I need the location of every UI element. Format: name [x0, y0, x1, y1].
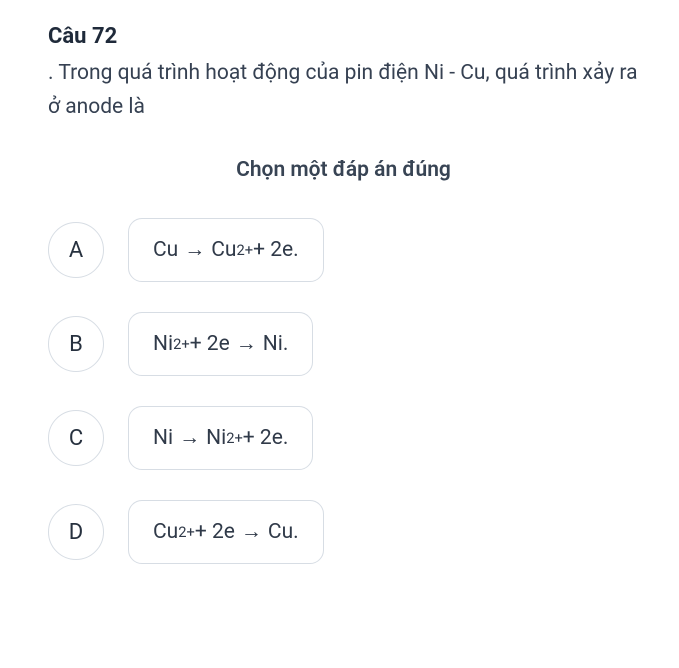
- option-row: C Ni → Ni2+ + 2e.: [48, 406, 639, 470]
- question-text: . Trong quá trình hoạt động của pin điện…: [48, 57, 639, 124]
- option-row: D Cu2+ + 2e → Cu.: [48, 500, 639, 564]
- option-letter-d[interactable]: D: [48, 504, 104, 560]
- equation-text: Ni: [153, 332, 173, 356]
- equation-text: Ni.: [263, 332, 289, 356]
- arrow-icon: →: [184, 238, 205, 262]
- equation-text: + 2e: [195, 520, 235, 544]
- equation-text: Cu: [153, 520, 178, 544]
- equation-text: + 2e.: [243, 426, 289, 450]
- arrow-icon: →: [179, 426, 200, 450]
- equation-text: + 2e: [190, 332, 230, 356]
- option-content-c[interactable]: Ni → Ni2+ + 2e.: [128, 406, 313, 470]
- equation-text: Cu.: [268, 520, 299, 544]
- equation-text: + 2e.: [253, 238, 299, 262]
- option-content-b[interactable]: Ni2+ + 2e → Ni.: [128, 312, 313, 376]
- equation-text: Cu: [153, 238, 178, 262]
- equation-text: Ni: [153, 426, 173, 450]
- option-letter-c[interactable]: C: [48, 410, 104, 466]
- options-list: A Cu → Cu2+ + 2e. B Ni2+ + 2e → Ni. C Ni → Ni…: [48, 218, 639, 564]
- arrow-icon: →: [236, 332, 257, 356]
- option-row: B Ni2+ + 2e → Ni.: [48, 312, 639, 376]
- option-content-d[interactable]: Cu2+ + 2e → Cu.: [128, 500, 324, 564]
- option-letter-b[interactable]: B: [48, 316, 104, 372]
- option-row: A Cu → Cu2+ + 2e.: [48, 218, 639, 282]
- option-letter-a[interactable]: A: [48, 222, 104, 278]
- equation-text: Cu: [211, 238, 236, 262]
- question-title: Câu 72: [48, 24, 639, 49]
- instruction: Chọn một đáp án đúng: [48, 158, 639, 182]
- arrow-icon: →: [241, 520, 262, 544]
- equation-text: Ni: [206, 426, 226, 450]
- option-content-a[interactable]: Cu → Cu2+ + 2e.: [128, 218, 324, 282]
